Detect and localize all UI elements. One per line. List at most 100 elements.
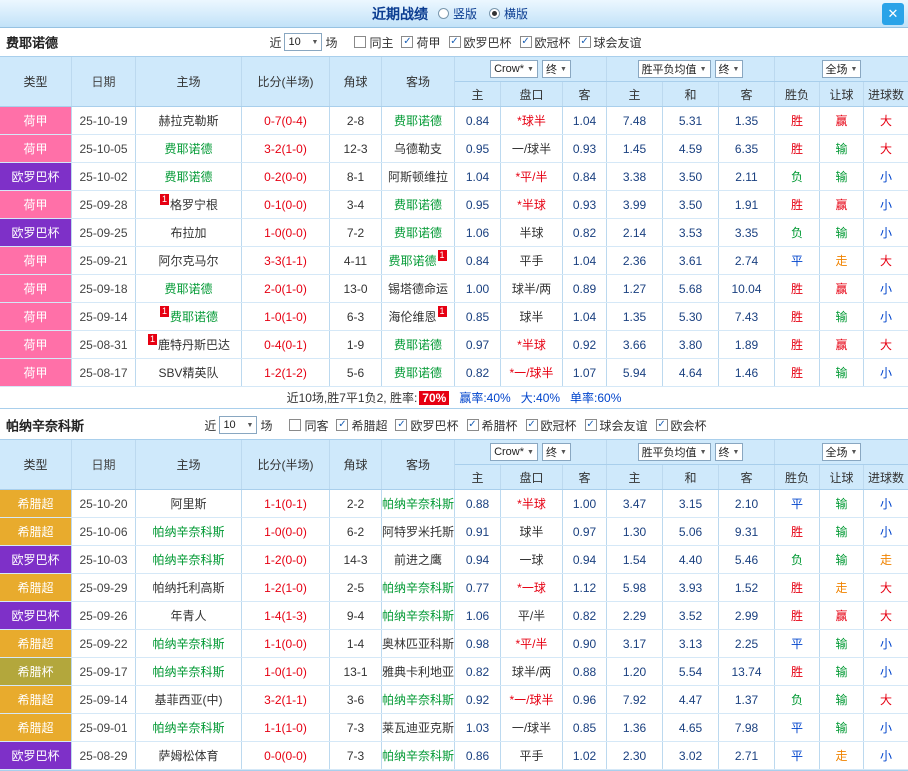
score: 3-3(1-1) bbox=[242, 247, 330, 274]
corners: 6-3 bbox=[330, 303, 382, 330]
odds-away: 1.04 bbox=[563, 303, 607, 330]
result-handicap: 输 bbox=[820, 714, 864, 741]
filter-label[interactable]: 希腊超 bbox=[351, 417, 387, 434]
mean-odds-select[interactable]: 胜平负均值 ▼ bbox=[637, 443, 711, 461]
filter-label[interactable]: 欧罗巴杯 bbox=[410, 417, 458, 434]
odds-home: 0.86 bbox=[455, 742, 501, 769]
result-handicap: 输 bbox=[820, 658, 864, 685]
odds-home: 0.77 bbox=[455, 574, 501, 601]
corners: 6-2 bbox=[330, 518, 382, 545]
away-team: 海伦维恩 1 bbox=[382, 303, 455, 330]
filter-checkbox[interactable]: ✓ bbox=[519, 36, 532, 48]
radio-vertical[interactable] bbox=[437, 8, 449, 19]
filter-label[interactable]: 欧罗巴杯 bbox=[464, 34, 512, 51]
odds-home: 1.00 bbox=[455, 275, 501, 302]
team-label: 萨姆松体育 bbox=[158, 749, 219, 763]
league-badge: 希腊超 bbox=[0, 574, 72, 601]
odds-source-select[interactable]: Crow* ▼ bbox=[490, 443, 538, 461]
match-row: 欧罗巴杯 25-10-02 费耶诺德 0-2(0-0) 8-1 阿斯顿维拉 1.04 *平/半… bbox=[0, 163, 908, 191]
filter-checkbox[interactable] bbox=[289, 419, 302, 431]
result-wdl: 胜 bbox=[775, 518, 820, 545]
filter-checkbox[interactable]: ✓ bbox=[395, 419, 408, 431]
filter-checkbox[interactable]: ✓ bbox=[448, 36, 461, 48]
col-wdl: 胜负 bbox=[775, 82, 820, 106]
filter-checkbox[interactable] bbox=[354, 36, 367, 48]
mean-draw: 4.40 bbox=[663, 546, 719, 573]
table-body: 希腊超 25-10-20 阿里斯 1-1(0-1) 2-2 帕纳辛奈科斯 0.88 *半球 1.… bbox=[0, 490, 908, 770]
league-badge: 希腊超 bbox=[0, 714, 72, 741]
dialog-header: 近期战绩 竖版 横版 ✕ bbox=[0, 0, 908, 28]
close-button[interactable]: ✕ bbox=[882, 3, 904, 25]
scope-select[interactable]: 全场 ▼ bbox=[821, 60, 862, 78]
mean-final-select[interactable]: 终 ▼ bbox=[714, 443, 744, 461]
league-badge: 欧罗巴杯 bbox=[0, 163, 72, 190]
odds-home: 1.03 bbox=[455, 714, 501, 741]
filter-checkbox[interactable]: ✓ bbox=[525, 419, 538, 431]
mean-draw: 3.61 bbox=[663, 247, 719, 274]
team-label: 帕纳辛奈科斯 bbox=[152, 665, 225, 679]
filter-label[interactable]: 荷甲 bbox=[416, 34, 440, 51]
mean-odds-value: 胜平负均值 bbox=[641, 447, 697, 459]
recent-count-select[interactable]: 10 ▼ bbox=[219, 416, 258, 434]
mean-away: 3.35 bbox=[719, 219, 775, 246]
match-date: 25-10-05 bbox=[72, 135, 136, 162]
filter-label[interactable]: 同客 bbox=[304, 417, 328, 434]
match-row: 希腊超 25-09-22 帕纳辛奈科斯 1-1(0-0) 1-4 奥林匹亚科斯 0.98 *平… bbox=[0, 630, 908, 658]
mean-away: 1.46 bbox=[719, 359, 775, 386]
col-mean-home: 主 bbox=[607, 465, 663, 489]
filter-label[interactable]: 球会友谊 bbox=[594, 34, 642, 51]
filter-label[interactable]: 球会友谊 bbox=[600, 417, 648, 434]
radio-horizontal[interactable] bbox=[489, 8, 500, 19]
radio-vertical-label[interactable]: 竖版 bbox=[453, 5, 477, 22]
handicap-line: *一/球半 bbox=[501, 359, 563, 386]
away-team: 费耶诺德 bbox=[382, 191, 455, 218]
handicap-line: *一/球半 bbox=[501, 686, 563, 713]
scope-select[interactable]: 全场 ▼ bbox=[821, 443, 862, 461]
filter-label[interactable]: 欧会杯 bbox=[671, 417, 707, 434]
result-handicap: 走 bbox=[820, 742, 864, 769]
filter-label[interactable]: 欧冠杯 bbox=[535, 34, 571, 51]
filter-checkbox[interactable]: ✓ bbox=[466, 419, 479, 431]
filter-checkbox[interactable]: ✓ bbox=[336, 419, 349, 431]
mean-odds-group: 胜平负均值 ▼ 终 ▼ bbox=[607, 57, 775, 81]
odds-final-select[interactable]: 终 ▼ bbox=[541, 60, 571, 78]
chevron-down-icon: ▼ bbox=[527, 65, 534, 73]
odds-subheader-row: 主 盘口 客 主 和 客 胜负 让球 进球数 bbox=[455, 465, 908, 489]
scope-group: 全场 ▼ bbox=[775, 57, 908, 81]
odds-away: 0.88 bbox=[563, 658, 607, 685]
score: 1-1(1-0) bbox=[242, 714, 330, 741]
filter-checkbox[interactable]: ✓ bbox=[655, 419, 668, 431]
away-team: 费耶诺德 1 bbox=[382, 247, 455, 274]
filter-checkbox[interactable]: ✓ bbox=[401, 36, 414, 48]
odds-away: 0.89 bbox=[563, 275, 607, 302]
home-team: 1 鹿特丹斯巴达 bbox=[136, 331, 242, 358]
team-label: 雅典卡利地亚 bbox=[382, 665, 455, 679]
filter-label[interactable]: 同主 bbox=[369, 34, 393, 51]
corners: 13-1 bbox=[330, 658, 382, 685]
corners: 7-3 bbox=[330, 742, 382, 769]
mean-odds-select[interactable]: 胜平负均值 ▼ bbox=[637, 60, 711, 78]
score: 0-4(0-1) bbox=[242, 331, 330, 358]
mean-final-select[interactable]: 终 ▼ bbox=[714, 60, 744, 78]
team-label: 费耶诺德 bbox=[169, 310, 218, 324]
result-handicap: 赢 bbox=[820, 191, 864, 218]
filter-label[interactable]: 欧冠杯 bbox=[541, 417, 577, 434]
odds-source-select[interactable]: Crow* ▼ bbox=[490, 60, 538, 78]
mean-home: 3.47 bbox=[607, 490, 663, 517]
mean-home: 1.45 bbox=[607, 135, 663, 162]
filter-checkbox[interactable]: ✓ bbox=[578, 36, 591, 48]
recent-label: 近 bbox=[204, 418, 217, 433]
league-badge: 荷甲 bbox=[0, 107, 72, 134]
mean-draw: 3.50 bbox=[663, 163, 719, 190]
odds-final-select[interactable]: 终 ▼ bbox=[541, 443, 571, 461]
score: 1-2(1-2) bbox=[242, 359, 330, 386]
team-label: 帕纳辛奈科斯 bbox=[382, 609, 455, 623]
score: 1-0(1-0) bbox=[242, 303, 330, 330]
result-handicap: 赢 bbox=[820, 275, 864, 302]
recent-count-select[interactable]: 10 ▼ bbox=[284, 33, 323, 51]
corners: 12-3 bbox=[330, 135, 382, 162]
filter-label[interactable]: 希腊杯 bbox=[482, 417, 518, 434]
filter-checkbox[interactable]: ✓ bbox=[584, 419, 597, 431]
handicap-line: 球半 bbox=[501, 303, 563, 330]
radio-horizontal-label[interactable]: 横版 bbox=[504, 5, 528, 22]
